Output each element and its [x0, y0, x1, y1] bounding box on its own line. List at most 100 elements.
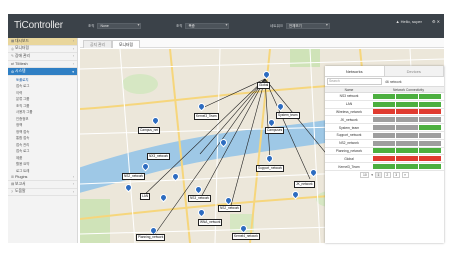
- network-name: Planning_network: [335, 148, 363, 153]
- map-label-jk[interactable]: JK_network: [294, 181, 315, 188]
- map-pin[interactable]: [142, 163, 147, 169]
- connectivity-segment: [419, 132, 441, 138]
- pagination: 10 ▾ 1 2 3 »: [325, 171, 444, 179]
- sidebar-item-label: 보고서: [15, 181, 26, 186]
- chevron-right-icon: ›: [72, 182, 74, 187]
- connectivity-segment: [373, 117, 396, 123]
- table-row[interactable]: JK_network: [325, 116, 444, 125]
- sidebar-item-reports[interactable]: ▤ 보고서 ›: [8, 181, 77, 189]
- chevron-down-icon[interactable]: ▾: [371, 173, 373, 177]
- connectivity-segment: [373, 109, 396, 115]
- network-search-input[interactable]: Search: [327, 78, 382, 85]
- map-label-wna[interactable]: WNA_network: [198, 219, 223, 226]
- network-selector-label: 네트워크: [270, 23, 283, 28]
- map-label-campus-net[interactable]: Campus_net: [138, 127, 161, 134]
- table-row[interactable]: System_team: [325, 124, 444, 132]
- map-label-kernel3[interactable]: Kernel3_Team: [194, 113, 219, 120]
- chevron-right-icon: ›: [72, 62, 74, 67]
- sidebar-item-dashboard[interactable]: ▦ 대시보드 ›: [8, 38, 77, 46]
- connectivity-segment: [396, 140, 419, 146]
- table-row[interactable]: Support_network: [325, 132, 444, 140]
- group-selector-value[interactable]: 폭증: [185, 23, 230, 29]
- network-selector[interactable]: 네트워크 전체보기: [270, 23, 330, 29]
- map-pin[interactable]: [220, 139, 225, 145]
- connectivity-segment: [373, 93, 396, 99]
- sidebar-item-help[interactable]: ? 도움말 ›: [8, 189, 77, 197]
- table-row[interactable]: Wireless_network: [325, 109, 444, 117]
- network-selector-value[interactable]: 전체보기: [285, 23, 330, 29]
- map-pin[interactable]: [277, 103, 282, 109]
- sidebar-item-label: Plugins: [15, 174, 28, 179]
- chevron-right-icon: ›: [72, 174, 74, 179]
- table-row[interactable]: Global: [325, 155, 444, 164]
- map-pin[interactable]: [310, 169, 315, 175]
- page-2[interactable]: 2: [383, 171, 391, 178]
- next-page-button[interactable]: »: [401, 171, 409, 178]
- header-icons[interactable]: ⚙ ✕: [432, 19, 440, 24]
- map-pin[interactable]: [240, 225, 245, 231]
- map-pin[interactable]: [150, 227, 155, 233]
- chevron-right-icon: ›: [72, 39, 74, 44]
- map-pin[interactable]: [268, 119, 273, 125]
- map-pin[interactable]: [266, 155, 271, 161]
- map-label-ns2[interactable]: NS2_network: [122, 173, 146, 180]
- sidebar-item-fault[interactable]: ✎ 장애 관리 ›: [8, 53, 77, 61]
- column-connectivity[interactable]: Network Connectivity: [373, 88, 444, 92]
- map-label-kernel4[interactable]: Kernel4_network: [232, 233, 260, 240]
- map-pin[interactable]: [225, 197, 230, 203]
- connectivity-segment: [373, 125, 396, 131]
- map-label-ns2b[interactable]: NS2_network: [218, 205, 242, 212]
- map-label-support[interactable]: Support_network: [256, 165, 285, 172]
- sidebar-item-plugins[interactable]: ⊞ Plugins ›: [8, 173, 77, 182]
- table-row[interactable]: NS2_network: [325, 140, 444, 148]
- page-1[interactable]: 1: [374, 171, 382, 178]
- map-pin[interactable]: [292, 191, 297, 197]
- sidebar-item-monitoring[interactable]: ◎ 모니터링 ›: [8, 46, 77, 54]
- tab-devices[interactable]: Devices: [384, 66, 444, 76]
- sidebar-item-timesh[interactable]: ⇄ TIMesh ›: [8, 61, 77, 69]
- map-pin[interactable]: [125, 184, 130, 190]
- map-pin[interactable]: [198, 103, 203, 109]
- org-selector-label: 조직: [88, 23, 95, 28]
- map-label-lan[interactable]: LAN: [140, 193, 151, 200]
- connectivity-segment: [419, 93, 441, 99]
- map-pin[interactable]: [263, 71, 268, 77]
- table-row[interactable]: NS3 network: [325, 93, 444, 101]
- connectivity-bar: [373, 93, 441, 99]
- network-name: JK_network: [340, 117, 358, 122]
- map-label-ns3[interactable]: NS3_network: [188, 195, 212, 202]
- user-menu[interactable]: ▲ Hello, super: [396, 19, 422, 24]
- map-label-campuses[interactable]: Campuses: [265, 127, 285, 134]
- tab-networks[interactable]: Networks: [325, 66, 385, 76]
- map-pin[interactable]: [172, 173, 177, 179]
- map-pin[interactable]: [160, 194, 165, 200]
- group-selector[interactable]: 조직 폭증: [176, 23, 230, 29]
- tab-monitoring[interactable]: 모니터링: [112, 40, 140, 48]
- org-selector-value[interactable]: None: [97, 23, 142, 29]
- page-size-select[interactable]: 10: [360, 171, 370, 178]
- column-name[interactable]: Name: [325, 88, 373, 92]
- connectivity-bar: [373, 156, 441, 162]
- sidebar-item-system[interactable]: ⚙ 시스템 ▾: [8, 68, 77, 76]
- map-label-global[interactable]: Global: [257, 82, 271, 89]
- map-label-planning[interactable]: Planning_network: [136, 234, 166, 241]
- content-tabs: 공지 관리 모니터링: [80, 38, 444, 48]
- connectivity-segment: [373, 132, 396, 138]
- map-pin[interactable]: [195, 186, 200, 192]
- connectivity-segment: [396, 101, 419, 107]
- table-row[interactable]: Planning_network: [325, 148, 444, 156]
- map-pin[interactable]: [152, 117, 157, 123]
- map-label-nx3[interactable]: NX3_network: [147, 153, 171, 160]
- connectivity-segment: [419, 117, 441, 123]
- connectivity-segment: [373, 148, 396, 154]
- connectivity-bar: [373, 164, 441, 170]
- org-selector[interactable]: 조직 None: [88, 23, 142, 29]
- map-label-system-team[interactable]: System_team: [276, 112, 300, 119]
- table-row[interactable]: Kernel3_Team: [325, 163, 444, 171]
- page-3[interactable]: 3: [392, 171, 400, 178]
- app-logo: TiController: [14, 20, 63, 31]
- chevron-right-icon: ›: [72, 54, 74, 59]
- map-pin[interactable]: [198, 209, 203, 215]
- tab-notice[interactable]: 공지 관리: [83, 40, 113, 48]
- table-row[interactable]: LAN: [325, 101, 444, 109]
